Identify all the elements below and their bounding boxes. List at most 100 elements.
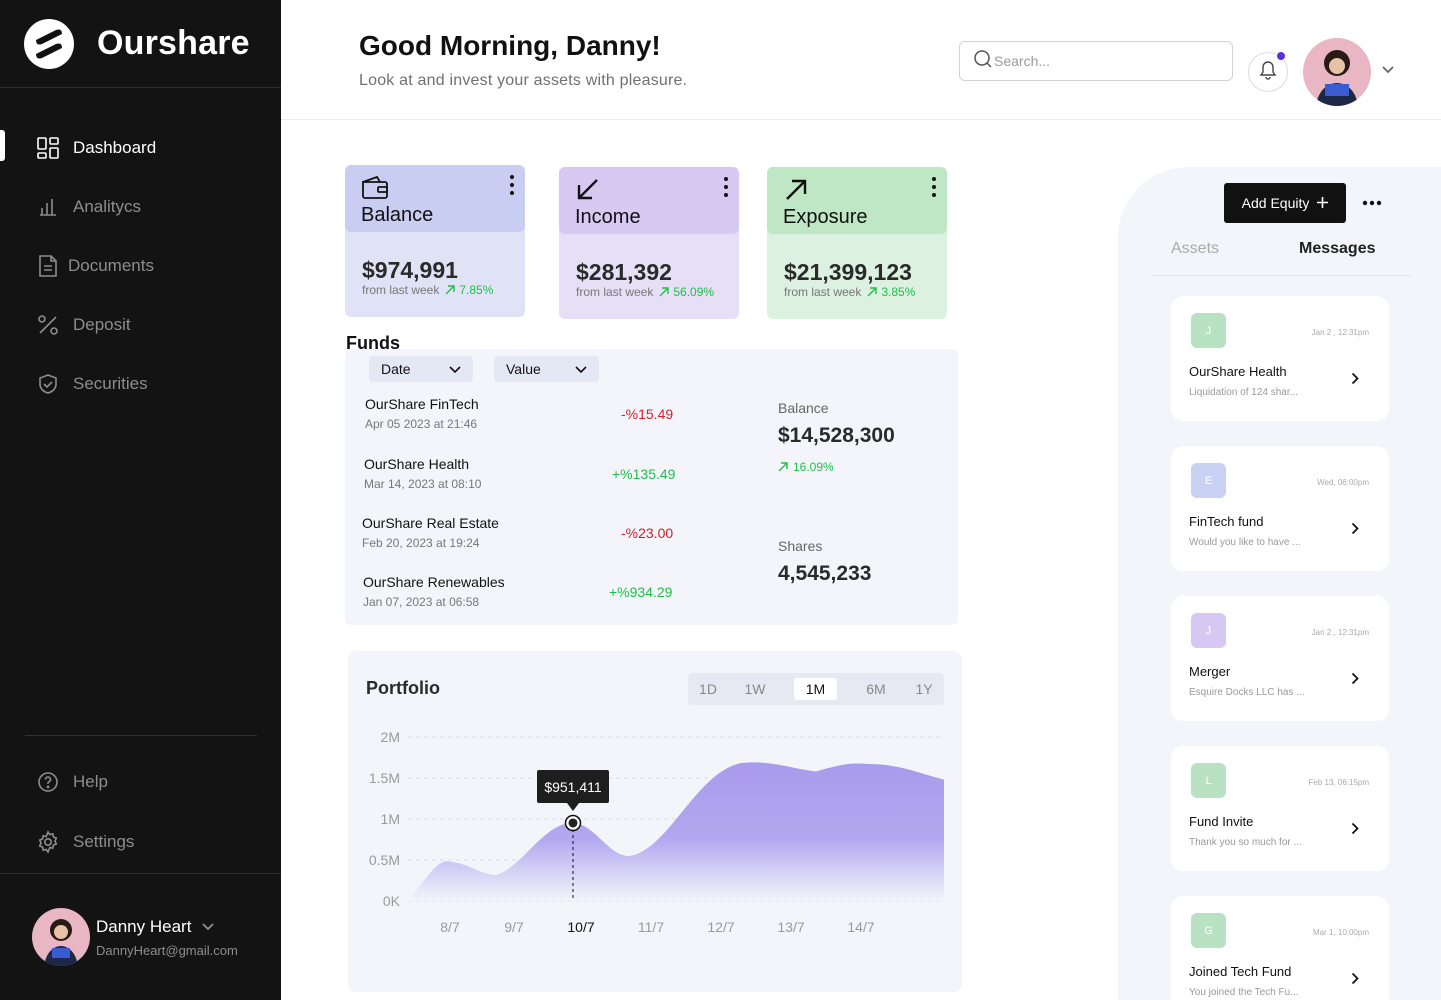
gear-icon — [36, 829, 60, 854]
chevron-right-icon[interactable] — [1351, 972, 1359, 990]
brand-name: Ourshare — [97, 24, 250, 62]
card-foot-label: from last week — [362, 283, 440, 297]
x-tick-label: 12/7 — [707, 919, 734, 935]
range-6m[interactable]: 6M — [859, 678, 893, 700]
message-card[interactable]: E Wed, 06:00pm FinTech fund Would you like … — [1171, 446, 1389, 571]
sidebar-item-settings[interactable]: Settings — [0, 812, 281, 871]
chevron-right-icon[interactable] — [1351, 822, 1359, 840]
fund-change: -%15.49 — [621, 406, 674, 422]
exposure-card[interactable]: Exposure $21,399,123 from last week 3.85… — [767, 167, 947, 319]
range-1m[interactable]: 1M — [794, 678, 837, 700]
message-title: Merger — [1189, 664, 1231, 679]
user-email: DannyHeart@gmail.com — [96, 942, 238, 958]
balance-change: 16.09% — [778, 460, 834, 474]
y-tick-label: 2M — [381, 729, 400, 745]
arrow-down-left-icon — [574, 176, 602, 209]
message-card[interactable]: G Mar 1, 10:00pm Joined Tech Fund You joine… — [1171, 896, 1389, 1000]
trend-up-icon — [445, 285, 456, 295]
sidebar-item-label: Analitycs — [73, 196, 142, 216]
card-foot-label: from last week — [576, 285, 654, 299]
chevron-right-icon[interactable] — [1351, 672, 1359, 690]
tab-assets[interactable]: Assets — [1171, 240, 1219, 258]
help-icon — [36, 770, 60, 794]
dashboard-icon — [36, 136, 60, 160]
add-equity-button[interactable]: Add Equity — [1224, 183, 1346, 223]
highlight-point-core — [568, 818, 578, 828]
more-icon[interactable] — [509, 173, 515, 202]
sidebar: Ourshare Dashboard Analitycs Documents D… — [0, 0, 281, 1000]
tab-divider — [1153, 275, 1411, 276]
fund-row[interactable]: OurShare Renewables Jan 07, 2023 at 06:5… — [363, 574, 683, 614]
message-card[interactable]: J Jan 2 , 12:31pm OurShare Health Liquidati… — [1171, 296, 1389, 421]
card-change-value: 7.85% — [459, 283, 494, 297]
sidebar-item-label: Settings — [73, 831, 135, 851]
message-preview: Esquire Docks LLC has ... — [1189, 687, 1305, 698]
x-tick-label: 11/7 — [638, 919, 664, 935]
sidebar-item-analytics[interactable]: Analitycs — [0, 177, 281, 236]
chevron-down-icon — [449, 361, 461, 377]
range-1d[interactable]: 1D — [692, 678, 724, 700]
more-icon[interactable] — [723, 175, 729, 204]
sidebar-item-deposit[interactable]: Deposit — [0, 295, 281, 354]
range-1y[interactable]: 1Y — [908, 678, 940, 700]
trend-up-icon — [659, 287, 670, 297]
message-card[interactable]: J Jan 2 , 12:31pm Merger Esquire Docks LLC … — [1171, 596, 1389, 721]
user-name-row: Danny Heart — [96, 917, 238, 937]
fund-change: +%135.49 — [612, 466, 676, 482]
chevron-right-icon[interactable] — [1351, 522, 1359, 540]
search-box[interactable] — [959, 41, 1233, 81]
date-filter-select[interactable]: Date — [369, 356, 473, 382]
range-selector: 1D 1W 1M 6M 1Y — [688, 673, 944, 705]
message-title: OurShare Health — [1189, 364, 1287, 379]
card-footer: from last week 56.09% — [576, 285, 714, 299]
x-tick-label: 13/7 — [777, 919, 804, 935]
fund-row[interactable]: OurShare Real Estate Feb 20, 2023 at 19:… — [362, 515, 682, 555]
chevron-down-icon[interactable] — [201, 917, 215, 937]
message-title: Joined Tech Fund — [1189, 964, 1292, 979]
range-1w[interactable]: 1W — [738, 678, 772, 700]
more-icon[interactable] — [931, 175, 937, 204]
sidebar-item-documents[interactable]: Documents — [0, 236, 281, 295]
fund-row[interactable]: OurShare Health Mar 14, 2023 at 08:10 +%… — [364, 456, 684, 496]
wallet-icon — [360, 174, 390, 205]
brand: Ourshare — [0, 0, 281, 88]
notification-button[interactable] — [1248, 51, 1288, 92]
value-filter-select[interactable]: Value — [494, 356, 599, 382]
balance-card[interactable]: Balance $974,991 from last week 7.85% — [345, 165, 525, 317]
balance-label: Balance — [778, 400, 829, 416]
message-time: Jan 2 , 12:31pm — [1311, 328, 1369, 337]
analytics-icon — [36, 195, 60, 219]
brand-logo-icon[interactable] — [24, 18, 74, 69]
chevron-down-icon[interactable] — [1381, 62, 1395, 80]
card-header: Exposure — [767, 167, 947, 234]
bell-icon — [1259, 60, 1277, 85]
y-tick-label: 0.5M — [369, 852, 400, 868]
sidebar-item-help[interactable]: Help — [0, 752, 281, 811]
shares-value: 4,545,233 — [778, 562, 872, 585]
percent-icon — [36, 313, 60, 337]
avatar[interactable] — [32, 908, 90, 966]
right-panel: Add Equity Assets Messages J Jan 2 , 12:3… — [1118, 167, 1441, 1000]
card-change-value: 56.09% — [673, 285, 715, 299]
chevron-right-icon[interactable] — [1351, 372, 1359, 390]
search-icon — [974, 49, 992, 73]
fund-change: +%934.29 — [609, 584, 673, 600]
sidebar-item-dashboard[interactable]: Dashboard — [0, 118, 281, 177]
card-change: 3.85% — [867, 285, 915, 299]
card-foot-label: from last week — [784, 285, 862, 299]
plus-icon — [1317, 195, 1329, 211]
tab-messages[interactable]: Messages — [1299, 240, 1376, 258]
search-input[interactable] — [994, 53, 1214, 69]
sidebar-item-label: Dashboard — [73, 137, 157, 157]
fund-change: -%23.00 — [621, 525, 674, 541]
fund-row[interactable]: OurShare FinTech Apr 05 2023 at 21:46 -%… — [365, 396, 685, 436]
user-profile[interactable]: Danny Heart DannyHeart@gmail.com — [0, 873, 281, 1000]
shield-icon — [36, 372, 60, 396]
header-avatar[interactable] — [1303, 38, 1371, 106]
more-horizontal-icon[interactable] — [1362, 193, 1382, 211]
message-card[interactable]: L Feb 13, 06:15pm Fund Invite Thank you so … — [1171, 746, 1389, 871]
card-value: $21,399,123 — [784, 259, 912, 285]
sidebar-item-securities[interactable]: Securities — [0, 354, 281, 413]
income-card[interactable]: Income $281,392 from last week 56.09% — [559, 167, 739, 319]
message-title: Fund Invite — [1189, 814, 1254, 829]
